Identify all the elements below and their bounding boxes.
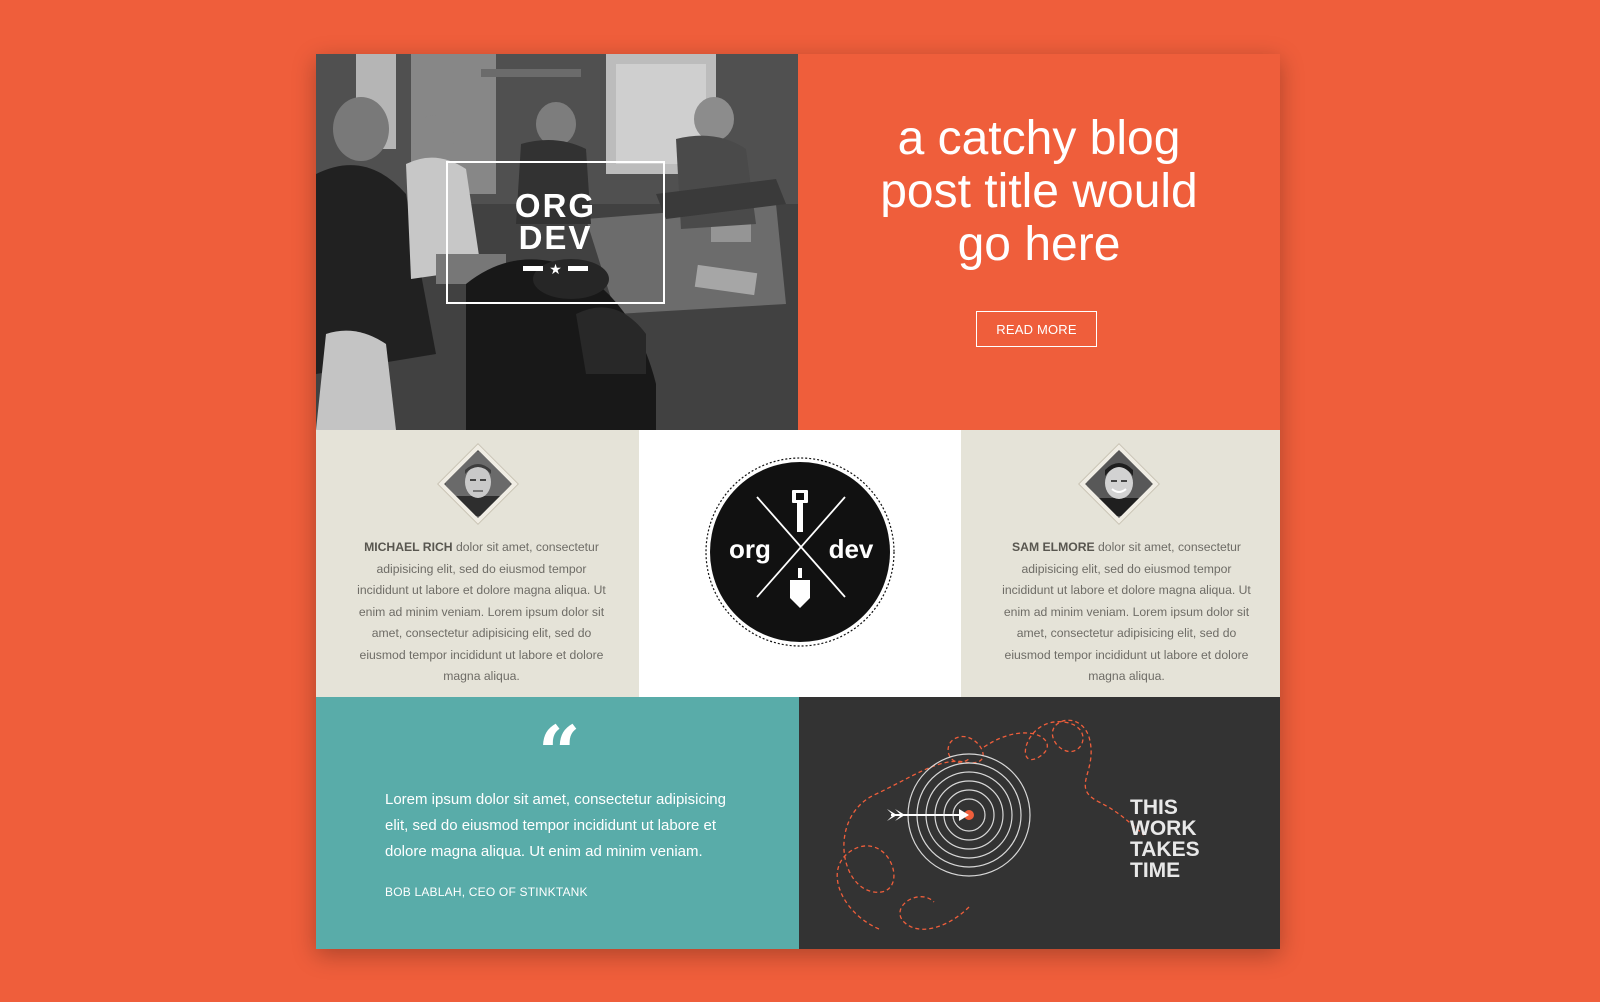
target-illustration [836, 719, 1145, 930]
work-line: THIS [1130, 796, 1178, 819]
work-takes-time-panel: THIS WORK TAKES TIME [799, 697, 1280, 949]
avatar [436, 442, 520, 526]
avatar-photo [446, 452, 510, 516]
badge-word-right: dev [829, 534, 874, 564]
work-takes-time-heading: THIS WORK TAKES TIME [1130, 797, 1200, 881]
orgdev-badge-panel: org dev [639, 430, 961, 697]
brand-rule-bar-left [523, 266, 544, 271]
work-line: TIME [1130, 859, 1181, 882]
testimonial-text: Lorem ipsum dolor sit amet, consectetur … [385, 791, 726, 860]
star-icon: ★ [549, 260, 562, 277]
bio-text-michael: MICHAEL RICH dolor sit amet, consectetur… [354, 537, 609, 688]
bio-body: dolor sit amet, consectetur adipisicing … [1002, 540, 1251, 683]
hero-panel: a catchy blog post title would go here R… [798, 54, 1280, 430]
bio-body: dolor sit amet, consectetur adipisicing … [357, 540, 606, 683]
quote-icon: “ [538, 711, 581, 797]
brand-rule-bar-right [567, 266, 588, 271]
bio-text-sam: SAM ELMORE dolor sit amet, consectetur a… [999, 537, 1254, 688]
bio-name: MICHAEL RICH [364, 540, 453, 554]
orgdev-badge-logo: org dev [705, 457, 895, 647]
work-line: TAKES [1130, 838, 1200, 861]
team-photo: ORG DEV ★ [316, 54, 798, 430]
testimonial-panel: “ Lorem ipsum dolor sit amet, consectetu… [316, 697, 799, 949]
bio-card-sam: SAM ELMORE dolor sit amet, consectetur a… [961, 430, 1280, 697]
brand-line-1: ORG [514, 186, 597, 224]
brand-rule: ★ [523, 262, 588, 276]
read-more-button[interactable]: READ MORE [976, 311, 1097, 347]
testimonial-citation: BOB LABLAH, CEO OF STINKTANK [385, 885, 588, 899]
brand-line-2: DEV [518, 218, 593, 256]
work-line: WORK [1130, 817, 1197, 840]
arrow-icon [887, 809, 969, 821]
avatar [1077, 442, 1161, 526]
blog-post-title[interactable]: a catchy blog post title would go here [798, 112, 1280, 271]
bio-card-michael: MICHAEL RICH dolor sit amet, consectetur… [316, 430, 639, 697]
avatar-photo [1087, 452, 1151, 516]
brand-mark: ORG DEV ★ [446, 161, 665, 304]
blog-layout: ORG DEV ★ a catchy blog post title would… [316, 54, 1280, 949]
bio-name: SAM ELMORE [1012, 540, 1095, 554]
badge-word-left: org [729, 534, 771, 564]
